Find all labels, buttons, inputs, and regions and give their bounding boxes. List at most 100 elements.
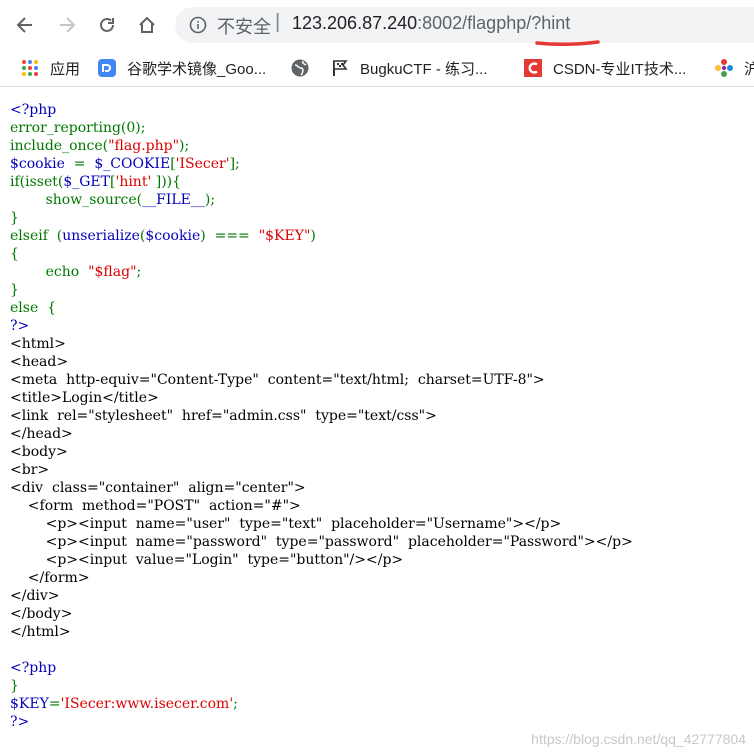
code-line: }: [10, 677, 633, 695]
code-token: $KEY: [10, 696, 49, 712]
code-token: ])){: [151, 174, 182, 190]
code-token: =: [48, 696, 61, 712]
code-token: <p><input name="user" type="text" placeh…: [10, 516, 562, 532]
bookmark-apps[interactable]: 应用: [20, 58, 80, 78]
watermark: https://blog.csdn.net/qq_42777804: [531, 731, 746, 747]
code-token: <br>: [10, 462, 50, 478]
code-token: </div>: [10, 588, 60, 604]
code-token: "flag.php": [108, 138, 180, 154]
bookmark-label: 应用: [50, 60, 81, 78]
code-token: ): [310, 228, 316, 244]
globe-icon: [290, 58, 310, 78]
code-token: "$flag": [88, 264, 137, 280]
code-token: $cookie: [10, 156, 65, 172]
bookmark-google-scholar[interactable]: 谷歌学术镜像_Goo...: [97, 58, 266, 78]
code-token: $_COOKIE: [94, 156, 171, 172]
code-line: <link rel="stylesheet" href="admin.css" …: [10, 407, 633, 425]
code-token: include_once(: [10, 138, 109, 154]
code-line: $KEY='ISecer:www.isecer.com';: [10, 695, 633, 713]
code-line: }: [10, 281, 633, 299]
back-button[interactable]: [10, 10, 40, 40]
code-line: <title>Login</title>: [10, 389, 633, 407]
info-icon[interactable]: [189, 16, 207, 34]
code-token: );: [204, 192, 216, 208]
code-token: elseif (: [10, 228, 63, 244]
page-content: <?php error_reporting(0); include_once("fl…: [0, 87, 754, 753]
code-line: }: [10, 209, 633, 227]
arrow-right-icon: [60, 17, 76, 33]
php-source-code: <?php error_reporting(0); include_once("fl…: [10, 101, 633, 731]
code-line: <form method="POST" action="#">: [10, 497, 633, 515]
security-status[interactable]: 不安全: [217, 13, 271, 39]
code-token: echo: [10, 264, 89, 280]
code-line: $cookie = $_COOKIE['ISecer'];: [10, 155, 633, 173]
code-token: ;: [136, 264, 142, 280]
forward-button[interactable]: [52, 10, 82, 40]
home-icon: [139, 16, 155, 33]
home-button[interactable]: [132, 10, 162, 40]
bookmark-more[interactable]: 沪: [714, 58, 754, 78]
red-underline-annotation: [535, 40, 600, 46]
code-line: ?>: [10, 713, 633, 731]
code-token: =: [64, 156, 95, 172]
bookmark-bugkuctf[interactable]: BugkuCTF - 练习...: [330, 58, 488, 78]
code-token: <?php: [10, 102, 57, 118]
code-token: </head>: [10, 426, 73, 442]
url-text[interactable]: 123.206.87.240:8002/flagphp/?hint: [292, 13, 570, 34]
apps-grid-icon: [20, 58, 40, 78]
code-token: <div class="container" align="center">: [10, 480, 306, 496]
browser-toolbar: 不安全 | 123.206.87.240:8002/flagphp/?hint: [0, 0, 754, 50]
code-line: </div>: [10, 587, 633, 605]
flower-icon: [714, 58, 734, 78]
code-token: ;: [233, 696, 238, 712]
code-line: <div class="container" align="center">: [10, 479, 633, 497]
code-line: <?php: [10, 659, 633, 677]
code-line: elseif (unserialize($cookie) === "$KEY"): [10, 227, 633, 245]
code-line: ?>: [10, 317, 633, 335]
bookmark-label: BugkuCTF - 练习...: [360, 60, 488, 78]
code-token: ) ===: [200, 228, 259, 244]
bookmarks-bar: 应用 谷歌学术镜像_Goo... BugkuCTF - 练习... CSDN-专…: [0, 50, 754, 87]
code-line: error_reporting(0);: [10, 119, 633, 137]
csdn-icon: [523, 58, 543, 78]
code-token: <meta http-equiv="Content-Type" content=…: [10, 372, 545, 388]
code-token: error_reporting(0);: [10, 120, 146, 136]
code-line: {: [10, 245, 633, 263]
bookmark-csdn[interactable]: CSDN-专业IT技术...: [523, 58, 686, 78]
code-line: <meta http-equiv="Content-Type" content=…: [10, 371, 633, 389]
code-token: if(isset(: [10, 174, 64, 190]
code-line: <p><input name="user" type="text" placeh…: [10, 515, 633, 533]
reload-button[interactable]: [92, 10, 122, 40]
code-line: </head>: [10, 425, 633, 443]
code-line: else {: [10, 299, 633, 317]
code-token: <?php: [10, 660, 57, 676]
bookmark-label: 沪: [744, 60, 754, 78]
code-token: ?>: [10, 318, 30, 334]
code-line: <body>: [10, 443, 633, 461]
code-token: $cookie: [145, 228, 201, 244]
bookmark-globe[interactable]: [290, 58, 320, 78]
code-token: <form method="POST" action="#">: [10, 498, 301, 514]
address-bar[interactable]: 不安全 | 123.206.87.240:8002/flagphp/?hint: [175, 7, 754, 43]
code-token: __FILE__: [142, 192, 205, 208]
code-line: <html>: [10, 335, 633, 353]
url-host: 123.206.87.240: [292, 13, 418, 33]
bookmark-label: CSDN-专业IT技术...: [553, 60, 687, 78]
code-line: </body>: [10, 605, 633, 623]
code-token: <p><input name="password" type="password…: [10, 534, 633, 550]
code-token: <body>: [10, 444, 68, 460]
code-token: <title>Login</title>: [10, 390, 159, 406]
bugku-flag-icon: [330, 58, 350, 78]
code-line: echo "$flag";: [10, 263, 633, 281]
code-token: }: [10, 282, 19, 298]
code-token: ?>: [10, 714, 30, 730]
code-token: unserialize: [62, 228, 140, 244]
code-token: <html>: [10, 336, 66, 352]
code-token: <link rel="stylesheet" href="admin.css" …: [10, 408, 437, 424]
code-line: </form>: [10, 569, 633, 587]
code-token: </body>: [10, 606, 73, 622]
code-line: <p><input name="password" type="password…: [10, 533, 633, 551]
code-token: show_source(: [10, 192, 143, 208]
code-line: if(isset($_GET['hint' ])){: [10, 173, 633, 191]
code-token: else {: [10, 300, 57, 316]
